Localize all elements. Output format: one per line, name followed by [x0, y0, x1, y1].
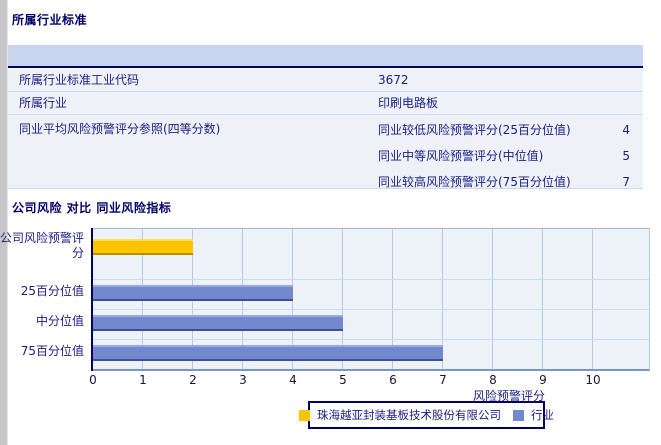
table-row-peer-benchmark: 同业平均风险预警评分参照(四等分数) 同业较低风险预警评分(25百分位值) 4 …	[8, 115, 643, 189]
chart-gridline-vertical	[592, 229, 593, 369]
table-row: 所属行业 印刷电路板	[8, 92, 643, 115]
chart-x-tick: 10	[585, 373, 601, 387]
chart-gridline-vertical	[492, 229, 493, 369]
section-title-risk-comparison: 公司风险 对比 同业风险指标	[12, 201, 172, 215]
chart-x-tick: 4	[289, 373, 297, 387]
section-title-industry-standard: 所属行业标准	[12, 13, 88, 27]
bar-company-0	[93, 239, 193, 255]
chart-x-tick: 7	[439, 373, 447, 387]
chart-category-label: 75百分位值	[20, 344, 84, 358]
benchmark-value: 4	[622, 123, 630, 137]
bar-industry-1	[93, 285, 293, 301]
chart-x-tick: 1	[139, 373, 147, 387]
chart-x-tick: 6	[389, 373, 397, 387]
chart-x-tick: 9	[539, 373, 547, 387]
chart-category-label: 公司风险预警评分	[0, 231, 85, 260]
legend-swatch-industry-icon	[513, 409, 524, 421]
bar-industry-3	[93, 345, 443, 361]
row-value-industry-code: 3672	[378, 73, 409, 87]
chart-gridline-horizontal	[93, 309, 649, 310]
row-label-industry: 所属行业	[19, 96, 68, 110]
table-header-band	[8, 45, 643, 68]
row-label-industry-code: 所属行业标准工业代码	[19, 73, 140, 87]
chart-category-label: 中分位值	[35, 314, 84, 328]
benchmark-label: 同业较高风险预警评分(75百分位值)	[378, 175, 571, 189]
chart-x-tick: 5	[339, 373, 347, 387]
table-row: 所属行业标准工业代码 3672	[8, 69, 643, 92]
chart-plot-area	[93, 228, 650, 371]
chart-x-tick: 2	[189, 373, 197, 387]
benchmark-line-25th: 同业较低风险预警评分(25百分位值) 4	[378, 120, 630, 140]
chart-x-tick: 3	[239, 373, 247, 387]
benchmark-value: 7	[622, 175, 630, 189]
legend-label: 行业	[531, 408, 554, 422]
risk-comparison-bar-chart: 公司风险预警评分 25百分位值 中分位值 75百分位值 0 1 2 3 4 5 6 7 8 9 10 风险…	[0, 215, 661, 445]
chart-gridline-horizontal	[93, 279, 649, 280]
chart-legend: 珠海越亚封装基板技术股份有限公司 行业	[299, 401, 554, 429]
chart-x-tick-labels: 0 1 2 3 4 5 6 7 8 9 10	[89, 373, 661, 389]
chart-x-tick: 8	[489, 373, 497, 387]
benchmark-label: 同业较低风险预警评分(25百分位值)	[378, 123, 571, 137]
row-label-peer-average: 同业平均风险预警评分参照(四等分数)	[19, 122, 221, 136]
chart-gridline-horizontal	[93, 339, 649, 340]
chart-category-label: 25百分位值	[20, 284, 84, 298]
benchmark-line-median: 同业中等风险预警评分(中位值) 5	[378, 146, 630, 166]
industry-risk-report-page: { "section1": { "title": "所属行业标准", "rows…	[0, 0, 661, 445]
row-value-industry: 印刷电路板	[378, 96, 439, 110]
benchmark-value: 5	[622, 149, 630, 163]
benchmark-label: 同业中等风险预警评分(中位值)	[378, 149, 544, 163]
benchmark-line-75th: 同业较高风险预警评分(75百分位值) 7	[378, 172, 630, 192]
bar-industry-2	[93, 315, 343, 331]
legend-swatch-company-icon	[299, 409, 310, 421]
legend-label: 珠海越亚封装基板技术股份有限公司	[317, 408, 501, 422]
chart-gridline-vertical	[542, 229, 543, 369]
chart-x-tick: 0	[89, 373, 97, 387]
